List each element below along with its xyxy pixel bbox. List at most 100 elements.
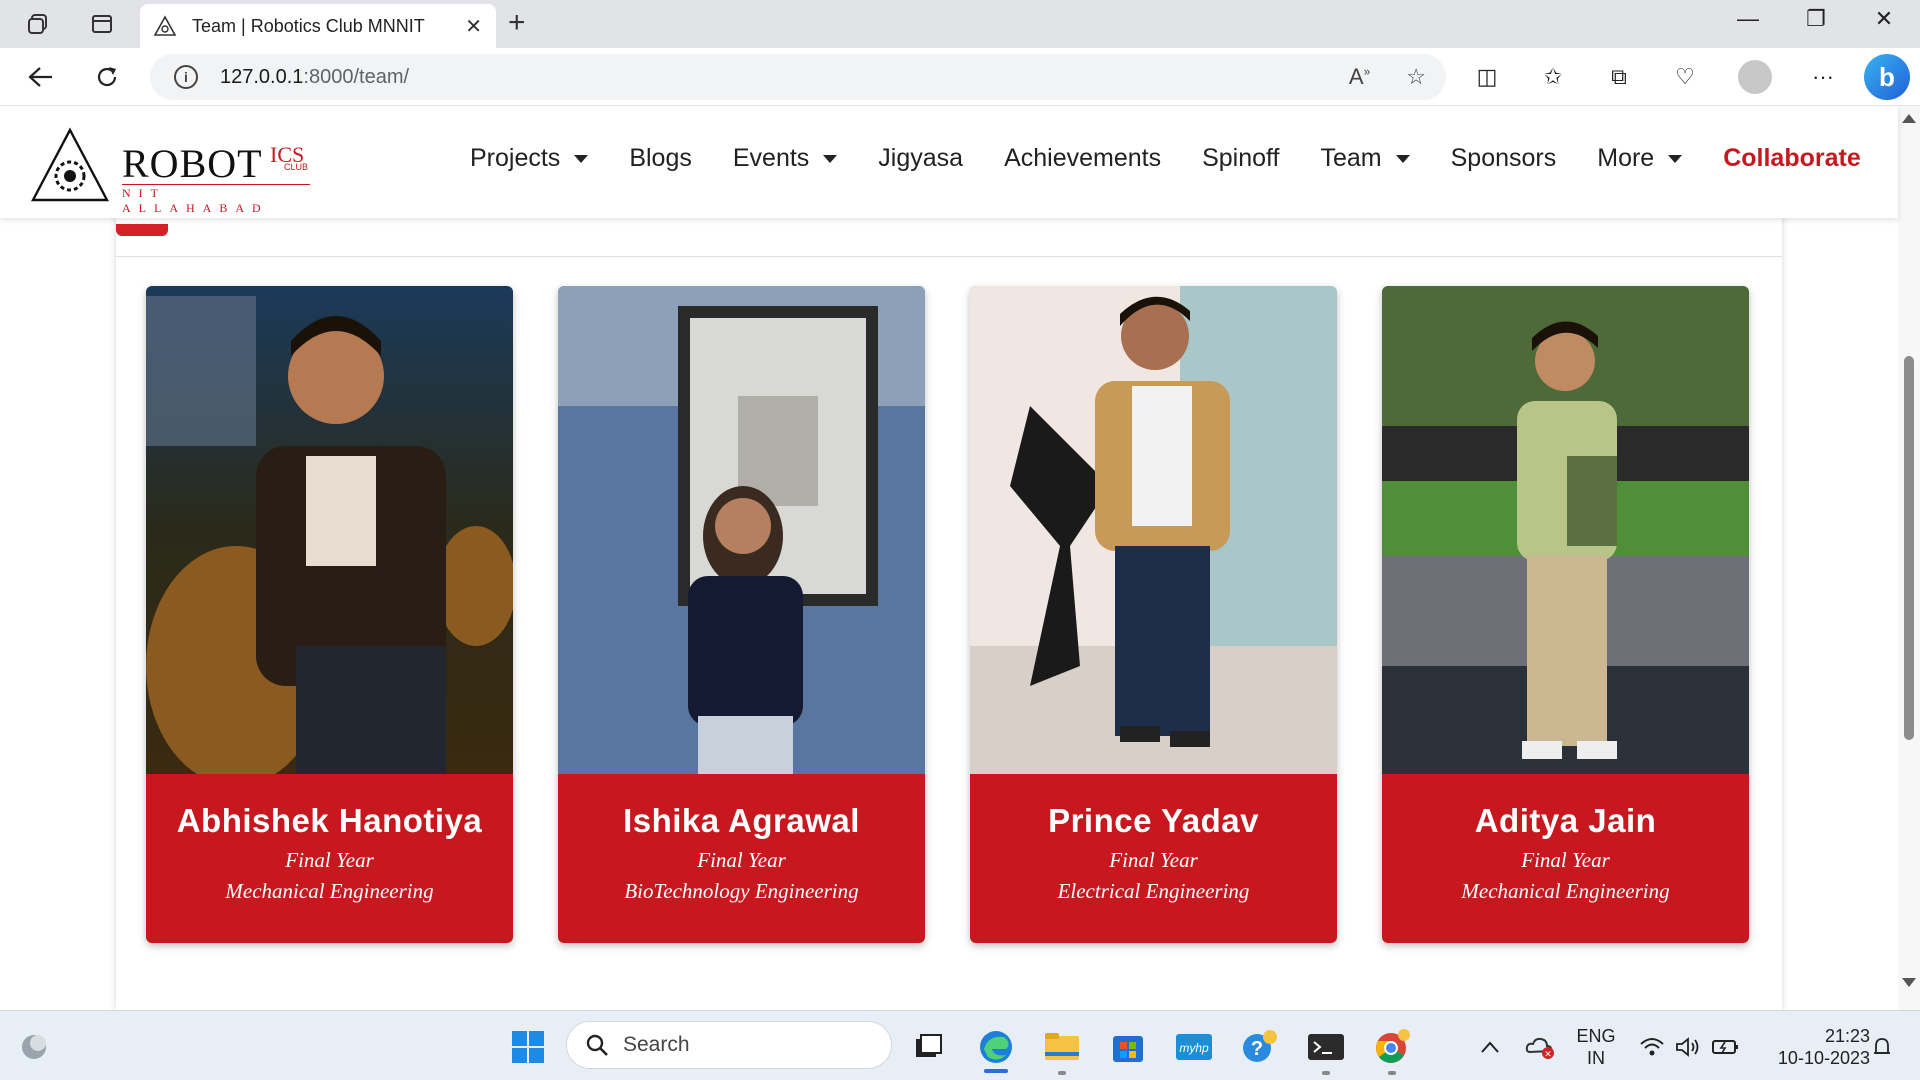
member-year: Final Year (697, 848, 786, 872)
member-info: Aditya Jain Final Year Mechanical Engine… (1382, 774, 1749, 943)
split-screen-icon[interactable]: ◫ (1470, 60, 1504, 94)
clock[interactable]: 21:23 10-10-2023 (1750, 1025, 1870, 1069)
close-window-icon[interactable]: ✕ (1864, 6, 1904, 32)
terminal-icon[interactable] (1306, 1027, 1346, 1067)
search-icon (586, 1034, 608, 1056)
nav-events[interactable]: Events (733, 144, 838, 173)
tab-actions-icon[interactable] (88, 10, 116, 38)
minimize-icon[interactable]: — (1728, 6, 1768, 32)
member-name: Ishika Agrawal (623, 802, 860, 839)
copilot-icon[interactable]: b (1864, 54, 1910, 100)
site-navbar: ROBOT ICS CLUB NIT ALLAHABAD Projects Bl… (0, 106, 1898, 218)
nav-sponsors[interactable]: Sponsors (1451, 144, 1557, 173)
member-branch: BioTechnology Engineering (624, 879, 859, 903)
chrome-icon[interactable] (1372, 1027, 1412, 1067)
favorite-star-icon[interactable]: ☆ (1406, 64, 1426, 90)
back-icon[interactable] (24, 60, 58, 94)
show-hidden-icons-icon[interactable] (1470, 1027, 1510, 1067)
member-card[interactable]: Abhishek Hanotiya Final Year Mechanical … (146, 286, 513, 943)
page-scrollbar[interactable] (1898, 106, 1920, 1010)
myhp-icon[interactable]: myhp (1174, 1027, 1214, 1067)
nav-jigyasa[interactable]: Jigyasa (878, 144, 963, 173)
member-branch: Mechanical Engineering (225, 879, 434, 903)
member-year: Final Year (1109, 848, 1198, 872)
team-section: Abhishek Hanotiya Final Year Mechanical … (116, 106, 1782, 1010)
workspaces-icon[interactable] (24, 10, 52, 38)
scrollbar-thumb[interactable] (1904, 356, 1914, 740)
scroll-down-icon[interactable] (1902, 978, 1916, 987)
logo-text-club: CLUB (284, 162, 309, 172)
nav-spinoff[interactable]: Spinoff (1202, 144, 1279, 173)
member-branch: Electrical Engineering (1057, 879, 1250, 903)
new-tab-icon[interactable]: + (508, 8, 526, 38)
nav-blogs[interactable]: Blogs (629, 144, 692, 173)
tab-title: Team | Robotics Club MNNIT (192, 15, 425, 36)
nav-more[interactable]: More (1597, 144, 1683, 173)
nav-projects[interactable]: Projects (470, 144, 589, 173)
site-info-icon[interactable]: i (174, 65, 198, 89)
running-indicator (1322, 1071, 1330, 1075)
member-photo (146, 286, 513, 774)
edge-browser-icon[interactable] (976, 1027, 1016, 1067)
member-name: Abhishek Hanotiya (176, 802, 483, 839)
task-view-icon[interactable] (908, 1027, 948, 1067)
performance-heart-icon[interactable]: ♡ (1668, 60, 1702, 94)
member-name: Aditya Jain (1474, 802, 1657, 839)
search-label: Search (623, 1033, 690, 1056)
member-branch: Mechanical Engineering (1461, 879, 1670, 903)
start-icon[interactable] (508, 1027, 548, 1067)
nav-collaborate[interactable]: Collaborate (1723, 144, 1861, 173)
nav-achievements[interactable]: Achievements (1004, 144, 1161, 173)
logo-text-main: ROBOT (122, 141, 263, 186)
member-info: Abhishek Hanotiya Final Year Mechanical … (146, 774, 513, 943)
notifications-icon[interactable] (1862, 1027, 1902, 1067)
more-options-icon[interactable]: ··· (1806, 60, 1840, 94)
browser-toolbar: i 127.0.0.1:8000/team/ A» ☆ ◫ ✩ ⧉ ♡ ··· … (0, 48, 1920, 106)
volume-icon[interactable] (1668, 1027, 1708, 1067)
close-tab-icon[interactable]: ✕ (465, 14, 482, 39)
onedrive-error-icon[interactable]: ✕ (1520, 1027, 1560, 1067)
member-year: Final Year (1521, 848, 1610, 872)
file-explorer-icon[interactable] (1042, 1027, 1082, 1067)
windows-taskbar: Search myhp ? ✕ ENG IN 21:23 10-10-2023 (0, 1010, 1920, 1080)
address-bar[interactable]: i 127.0.0.1:8000/team/ A» ☆ (150, 54, 1446, 100)
taskbar-search[interactable]: Search (566, 1021, 892, 1069)
svg-text:✕: ✕ (1544, 1049, 1552, 1059)
member-info: Ishika Agrawal Final Year BioTechnology … (558, 774, 925, 943)
language-indicator[interactable]: ENG IN (1576, 1025, 1616, 1069)
wifi-icon[interactable] (1632, 1027, 1672, 1067)
member-card[interactable]: Ishika Agrawal Final Year BioTechnology … (558, 286, 925, 943)
member-name: Prince Yadav (1048, 802, 1259, 839)
section-divider (116, 256, 1782, 257)
collections-icon[interactable]: ⧉ (1602, 60, 1636, 94)
gear-triangle-icon (31, 127, 109, 202)
caret-down-icon (1395, 154, 1410, 163)
url-text: 127.0.0.1:8000/team/ (220, 65, 410, 88)
site-logo[interactable]: ROBOT ICS CLUB NIT ALLAHABAD (30, 126, 310, 215)
svg-text:myhp: myhp (1179, 1041, 1209, 1055)
battery-icon[interactable] (1706, 1027, 1746, 1067)
caret-down-icon (574, 154, 589, 163)
member-photo (558, 286, 925, 774)
weather-icon[interactable] (14, 1027, 54, 1067)
favorites-icon[interactable]: ✩ (1536, 60, 1570, 94)
member-card[interactable]: Aditya Jain Final Year Mechanical Engine… (1382, 286, 1749, 943)
scroll-up-icon[interactable] (1902, 114, 1916, 123)
page-viewport: Abhishek Hanotiya Final Year Mechanical … (0, 106, 1920, 1010)
refresh-icon[interactable] (90, 60, 124, 94)
running-indicator (1388, 1071, 1396, 1075)
microsoft-store-icon[interactable] (1108, 1027, 1148, 1067)
member-year: Final Year (285, 848, 374, 872)
caret-down-icon (1668, 154, 1683, 163)
profile-avatar[interactable] (1738, 60, 1772, 94)
read-aloud-icon[interactable]: A» (1349, 64, 1370, 90)
robotics-favicon-icon (154, 15, 176, 36)
member-info: Prince Yadav Final Year Electrical Engin… (970, 774, 1337, 943)
restore-icon[interactable]: ❐ (1796, 6, 1836, 32)
active-tab[interactable]: Team | Robotics Club MNNIT ✕ (140, 4, 496, 48)
nav-team[interactable]: Team (1320, 144, 1410, 173)
get-help-icon[interactable]: ? (1240, 1027, 1280, 1067)
section-heading-marker (116, 224, 168, 236)
browser-tab-bar: Team | Robotics Club MNNIT ✕ + — ❐ ✕ (0, 0, 1920, 48)
member-card[interactable]: Prince Yadav Final Year Electrical Engin… (970, 286, 1337, 943)
